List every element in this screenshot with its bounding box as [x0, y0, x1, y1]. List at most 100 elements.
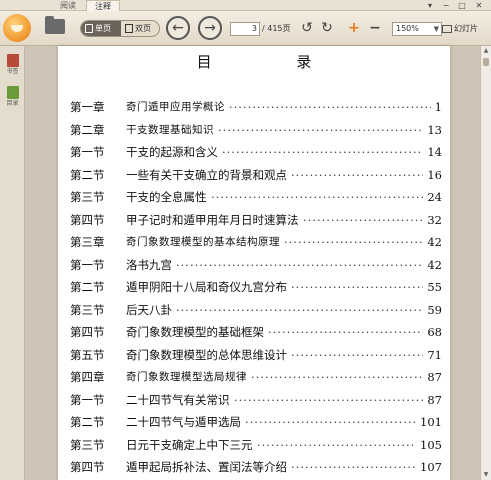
slideshow-button[interactable]: 幻灯片: [440, 22, 490, 36]
toc-entry-title: 二十四节气与遁甲选局: [126, 415, 241, 429]
toc-entry-leader: ········································…: [222, 145, 423, 159]
toc-entry-title: 日元干支确定上中下三元: [126, 437, 253, 452]
slideshow-icon: [442, 25, 452, 33]
toc-entry-leader: ········································…: [284, 235, 423, 249]
sidebar-item-bookmarks[interactable]: 书签: [2, 52, 23, 80]
bookmark-icon: [6, 54, 19, 67]
toc-entry[interactable]: 第一节 二十四节气有关常识 ····························…: [70, 389, 442, 412]
close-icon[interactable]: ✕: [474, 0, 484, 11]
rotate-left-icon[interactable]: ↺: [299, 20, 315, 36]
document-view[interactable]: 目 录 第一章 奇门遁甲应用学概论 ························…: [25, 46, 480, 480]
toc-entry[interactable]: 第二节 二十四节气与遁甲选局 ···························…: [70, 411, 442, 434]
tab-read[interactable]: 阅读: [52, 0, 84, 11]
next-page-icon[interactable]: →: [198, 16, 222, 40]
toc-entry-label: 第四节: [70, 325, 105, 339]
scroll-up-icon[interactable]: ▲: [481, 46, 491, 56]
toc-entry-title: 干支的全息属性: [126, 190, 207, 204]
toc-entry-page: 42: [427, 257, 442, 272]
toc-entry-label: 第三节: [70, 437, 105, 452]
double-page-button[interactable]: 双页: [121, 21, 159, 36]
toc-entry-title: 奇门遁甲应用学概论: [126, 101, 225, 113]
toc-entry-leader: ········································…: [291, 460, 416, 474]
toc-entry-label: 第三节: [70, 302, 105, 317]
toc-entry-title: 奇门象数理模型的总体思维设计: [126, 347, 287, 362]
toc-entry-title: 遁甲阴阳十八局和奇仪九宫分布: [126, 280, 287, 294]
toc-entry-leader: ········································…: [268, 325, 423, 339]
maximize-icon[interactable]: □: [457, 0, 467, 11]
logo-face: [11, 25, 23, 32]
document-page: 目 录 第一章 奇门遁甲应用学概论 ························…: [58, 46, 450, 480]
toc-entry[interactable]: 第四节 甲子记时和遁甲用年月日时速算法 ······················…: [70, 209, 442, 232]
toc-entry[interactable]: 第四节 奇门象数理模型的基础框架 ·························…: [70, 321, 442, 344]
toc-entry-title: 奇门象数理模型选局规律: [126, 371, 247, 383]
toc-entry[interactable]: 第三节 日元干支确定上中下三元 ··························…: [70, 434, 442, 457]
toc-entry[interactable]: 第四节 遁甲起局拆补法、置闰法等介绍 ·······················…: [70, 456, 442, 479]
toc-entry-leader: ········································…: [176, 302, 423, 317]
toc-entry-label: 第一节: [70, 392, 105, 407]
single-page-button[interactable]: 单页: [81, 21, 121, 36]
toc-entry[interactable]: 第五节 奇门象数理模型的总体思维设计 ·······················…: [70, 344, 442, 367]
open-folder-icon[interactable]: [45, 16, 65, 34]
vertical-scrollbar[interactable]: ▲ ▼: [480, 46, 491, 480]
toc-entry-title: 后天八卦: [126, 302, 172, 317]
toc-entry[interactable]: 第一章 奇门遁甲应用学概论 ····························…: [70, 96, 442, 119]
toc-entry[interactable]: 第三章 奇门象数理模型的基本结构原理 ·······················…: [70, 231, 442, 254]
toc-entry-leader: ········································…: [291, 167, 423, 182]
toc-entry[interactable]: 第三节 后天八卦 ·································…: [70, 299, 442, 322]
toc-entry-title: 奇门象数理模型的基本结构原理: [126, 236, 280, 248]
toc-entry-label: 第三章: [70, 235, 105, 249]
toc-entry-page: 87: [427, 392, 442, 407]
chevron-down-icon: ▼: [433, 25, 439, 33]
logo-icon[interactable]: [3, 14, 31, 42]
tab-annotate[interactable]: 注释: [86, 0, 120, 11]
toc-entry-label: 第四节: [70, 212, 105, 227]
single-page-label: 单页: [95, 24, 111, 33]
toc-entry-label: 第二节: [70, 415, 105, 429]
toc-entry[interactable]: 第三节 干支的全息属性 ······························…: [70, 186, 442, 209]
toc-entry-label: 第三节: [70, 190, 105, 204]
rotate-right-icon[interactable]: ↻: [319, 20, 335, 36]
page-number-input[interactable]: 3: [230, 22, 260, 36]
prev-page-icon[interactable]: ←: [166, 16, 190, 40]
toc-entry-leader: ········································…: [251, 370, 423, 384]
page-total: / 415页: [262, 24, 291, 33]
toc-entry-label: 第一章: [70, 100, 105, 114]
toc-entry-leader: ········································…: [218, 122, 423, 137]
toc-entry[interactable]: 第二章 干支数理基础知识 ·····························…: [70, 119, 442, 142]
scroll-down-icon[interactable]: ▼: [481, 470, 491, 480]
toc-entry-leader: ········································…: [211, 190, 423, 204]
toc-entry-title: 遁甲起局拆补法、置闰法等介绍: [126, 460, 287, 474]
toc-entry[interactable]: 第一节 干支的起源和含义 ·····························…: [70, 141, 442, 164]
zoom-select[interactable]: 150% ▼: [392, 22, 442, 36]
toc-entry-title: 洛书九宫: [126, 257, 172, 272]
toc-entry-page: 16: [427, 167, 442, 182]
sidebar-item-toc[interactable]: 目录: [2, 84, 23, 112]
toc-entry-leader: ········································…: [245, 415, 416, 429]
toc-entry-leader: ········································…: [229, 100, 431, 114]
menu-dropdown-icon[interactable]: ▾: [425, 0, 435, 11]
scroll-thumb[interactable]: [483, 58, 489, 66]
zoom-out-icon[interactable]: −: [367, 20, 383, 36]
sidebar-item-label: 书签: [6, 68, 19, 75]
toc-entry[interactable]: 第二节 遁甲阴阳十八局和奇仪九宫分布 ·······················…: [70, 276, 442, 299]
toc-entry-leader: ········································…: [234, 392, 423, 407]
tab-strip: 阅读 注释 ▾ − □ ✕: [0, 0, 491, 11]
view-mode-toggle: 单页 双页: [80, 20, 160, 37]
table-of-contents: 第一章 奇门遁甲应用学概论 ····························…: [70, 96, 442, 479]
toc-entry[interactable]: 第四章 奇门象数理模型选局规律 ··························…: [70, 366, 442, 389]
toc-entry[interactable]: 第一节 洛书九宫 ·································…: [70, 254, 442, 277]
toc-icon: [6, 86, 19, 99]
toc-entry-label: 第五节: [70, 347, 105, 362]
toc-entry-page: 68: [427, 325, 442, 339]
toc-entry[interactable]: 第二节 一些有关干支确立的背景和观点 ·······················…: [70, 164, 442, 187]
toc-entry-leader: ········································…: [257, 437, 416, 452]
toc-entry-page: 32: [427, 212, 442, 227]
sidebar: 书签 目录: [0, 46, 25, 480]
minimize-icon[interactable]: −: [441, 0, 451, 11]
toc-entry-page: 105: [420, 437, 442, 452]
zoom-in-icon[interactable]: +: [346, 20, 362, 36]
toc-entry-page: 107: [420, 460, 442, 474]
toc-entry-label: 第二章: [70, 122, 105, 137]
toc-entry-title: 二十四节气有关常识: [126, 392, 230, 407]
toc-entry-label: 第四节: [70, 460, 105, 474]
